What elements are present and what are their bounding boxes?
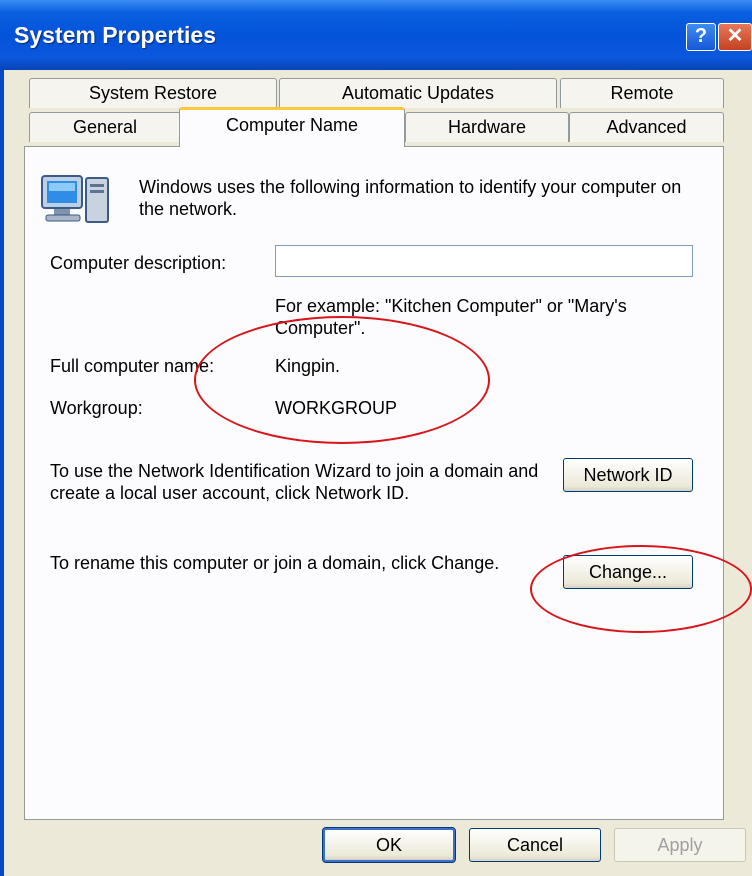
window-title: System Properties [14, 22, 216, 48]
network-id-button[interactable]: Network ID [563, 458, 693, 492]
tab-automatic-updates[interactable]: Automatic Updates [279, 78, 557, 108]
tab-label: Remote [610, 83, 674, 103]
tab-label: Automatic Updates [341, 83, 495, 103]
close-icon: ✕ [726, 25, 744, 47]
computer-icon [41, 175, 109, 223]
tab-label: System Restore [88, 83, 218, 103]
tab-label: Hardware [447, 117, 527, 137]
cancel-button[interactable]: Cancel [469, 828, 601, 862]
computer-description-input[interactable] [275, 245, 693, 277]
full-computer-name-label: Full computer name: [50, 356, 215, 376]
tab-system-restore[interactable]: System Restore [29, 78, 277, 108]
tab-label: Computer Name [225, 115, 359, 135]
tab-label: General [72, 117, 138, 137]
help-button[interactable]: ? [686, 23, 716, 51]
computer-description-label: Computer description: [50, 253, 227, 273]
tab-hardware[interactable]: Hardware [405, 112, 569, 142]
rename-description: To rename this computer or join a domain… [50, 553, 500, 573]
title-bar[interactable]: System Properties ? ✕ [0, 0, 752, 70]
apply-button[interactable]: Apply [614, 828, 746, 862]
workgroup-label: Workgroup: [50, 398, 143, 418]
annotation-ellipse-change-button [530, 545, 752, 633]
tab-advanced[interactable]: Advanced [569, 112, 724, 142]
system-properties-window: System Properties ? ✕ System Restore Aut… [0, 0, 752, 876]
close-button[interactable]: ✕ [718, 23, 752, 51]
ok-button[interactable]: OK [322, 827, 456, 863]
window-frame-left [0, 70, 4, 876]
network-id-description: To use the Network Identification Wizard… [50, 461, 539, 503]
tab-remote[interactable]: Remote [560, 78, 724, 108]
intro-text: Windows uses the following information t… [139, 177, 682, 219]
tab-general[interactable]: General [29, 112, 181, 142]
tab-label: Advanced [606, 117, 687, 137]
help-icon: ? [694, 25, 708, 47]
annotation-ellipse-name-workgroup [194, 316, 490, 444]
tab-computer-name[interactable]: Computer Name [179, 107, 405, 147]
